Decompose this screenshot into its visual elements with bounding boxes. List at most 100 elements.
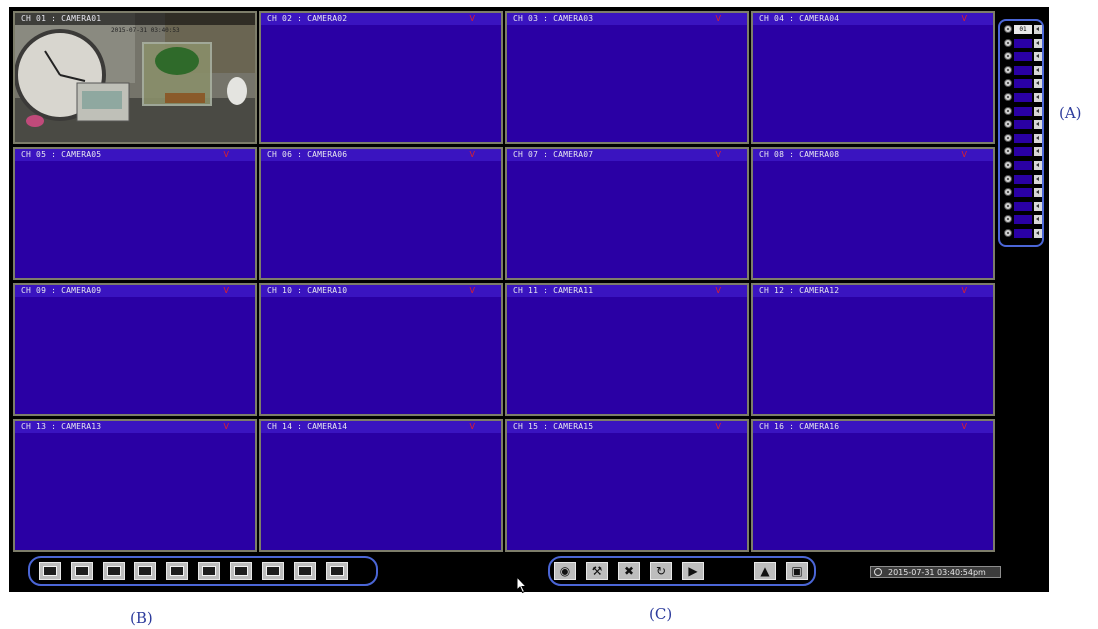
speaker-icon[interactable] <box>1034 215 1042 225</box>
channel-number[interactable] <box>1014 79 1032 89</box>
channel-row-03[interactable] <box>1004 52 1042 62</box>
channel-row-16[interactable] <box>1004 229 1042 238</box>
speaker-icon[interactable] <box>1034 174 1042 184</box>
channel-status-icon[interactable] <box>1004 147 1012 156</box>
layout-10-icon[interactable] <box>198 562 220 580</box>
channel-number[interactable] <box>1014 133 1032 143</box>
camera-tile-01[interactable]: CH 01 : CAMERA01 2015-07-31 03:40:53 <box>13 11 257 144</box>
channel-row-04[interactable] <box>1004 65 1042 75</box>
channel-number[interactable] <box>1014 38 1032 48</box>
camera-tile-16[interactable]: CH 16 : CAMERA16 V <box>751 419 995 552</box>
camera-tile-06[interactable]: CH 06 : CAMERA06 V <box>259 147 503 280</box>
channel-row-09[interactable] <box>1004 133 1042 143</box>
speaker-icon[interactable] <box>1034 65 1042 75</box>
channel-row-12[interactable] <box>1004 174 1042 184</box>
channel-number[interactable] <box>1014 161 1032 170</box>
camera-tile-05[interactable]: CH 05 : CAMERA05 V <box>13 147 257 280</box>
speaker-icon[interactable] <box>1034 188 1042 198</box>
layout-8-icon[interactable] <box>134 562 156 580</box>
channel-status-icon[interactable] <box>1004 65 1012 74</box>
speaker-icon[interactable] <box>1034 25 1042 34</box>
channel-status-icon[interactable] <box>1004 106 1012 115</box>
channel-status-icon[interactable] <box>1004 188 1012 197</box>
alarm-icon[interactable]: ▲ <box>754 562 776 580</box>
layout-4-icon[interactable] <box>71 562 93 580</box>
channel-number[interactable] <box>1014 93 1032 102</box>
speaker-icon[interactable] <box>1034 229 1042 238</box>
channel-status-icon[interactable] <box>1004 120 1012 129</box>
channel-number[interactable]: 01 <box>1014 25 1032 34</box>
speaker-icon[interactable] <box>1034 133 1042 143</box>
channel-row-13[interactable] <box>1004 188 1042 198</box>
channel-row-01[interactable]: 01 <box>1004 25 1042 34</box>
channel-row-11[interactable] <box>1004 161 1042 170</box>
channel-status-icon[interactable] <box>1004 52 1012 61</box>
channel-status-icon[interactable] <box>1004 161 1012 169</box>
camera-tile-04[interactable]: CH 04 : CAMERA04 V <box>751 11 995 144</box>
camera-tile-07[interactable]: CH 07 : CAMERA07 V <box>505 147 749 280</box>
setup-icon[interactable]: ⚒ <box>586 562 608 580</box>
layout-9-icon[interactable] <box>166 562 188 580</box>
channel-number[interactable] <box>1014 106 1032 116</box>
channel-status-icon[interactable] <box>1004 215 1012 224</box>
speaker-icon[interactable] <box>1034 120 1042 130</box>
channel-status-icon[interactable] <box>1004 174 1012 183</box>
channel-row-06[interactable] <box>1004 93 1042 102</box>
channel-row-10[interactable] <box>1004 147 1042 157</box>
channel-row-14[interactable] <box>1004 201 1042 211</box>
speaker-icon[interactable] <box>1034 201 1042 211</box>
snapshot-icon[interactable]: ▣ <box>786 562 808 580</box>
playback-icon[interactable]: ▶ <box>682 562 704 580</box>
channel-number[interactable] <box>1014 65 1032 75</box>
speaker-icon[interactable] <box>1034 147 1042 157</box>
camera-tile-15[interactable]: CH 15 : CAMERA15 V <box>505 419 749 552</box>
channel-title: CH 04 : CAMERA04 <box>759 14 840 23</box>
channel-number[interactable] <box>1014 215 1032 225</box>
speaker-icon[interactable] <box>1034 161 1042 170</box>
channel-number[interactable] <box>1014 174 1032 184</box>
channel-number[interactable] <box>1014 229 1032 238</box>
layout-6-icon[interactable] <box>103 562 125 580</box>
sequence-icon[interactable] <box>326 562 348 580</box>
channel-number[interactable] <box>1014 52 1032 62</box>
speaker-icon[interactable] <box>1034 93 1042 102</box>
channel-status-icon[interactable] <box>1004 38 1012 47</box>
camera-tile-13[interactable]: CH 13 : CAMERA13 V <box>13 419 257 552</box>
speaker-icon[interactable] <box>1034 52 1042 62</box>
camera-tile-03[interactable]: CH 03 : CAMERA03 V <box>505 11 749 144</box>
speaker-icon[interactable] <box>1034 79 1042 89</box>
channel-status-icon[interactable] <box>1004 79 1012 88</box>
channel-row-02[interactable] <box>1004 38 1042 48</box>
tools-icon[interactable]: ✖ <box>618 562 640 580</box>
camera-tile-14[interactable]: CH 14 : CAMERA14 V <box>259 419 503 552</box>
channel-status-icon[interactable] <box>1004 201 1012 210</box>
channel-status-icon[interactable] <box>1004 229 1012 237</box>
camera-tile-08[interactable]: CH 08 : CAMERA08 V <box>751 147 995 280</box>
camera-tile-09[interactable]: CH 09 : CAMERA09 V <box>13 283 257 416</box>
refresh-icon[interactable]: ↻ <box>650 562 672 580</box>
fullscreen-layout-icon[interactable] <box>294 562 316 580</box>
layout-1-icon[interactable] <box>39 562 61 580</box>
layout-pip-icon[interactable] <box>262 562 284 580</box>
channel-status-icon[interactable] <box>1004 133 1012 142</box>
channel-number[interactable] <box>1014 201 1032 211</box>
layout-pip-icon-frame <box>266 566 280 576</box>
speaker-icon[interactable] <box>1034 106 1042 116</box>
channel-row-07[interactable] <box>1004 106 1042 116</box>
channel-status-icon[interactable] <box>1004 25 1012 33</box>
camera-tile-10[interactable]: CH 10 : CAMERA10 V <box>259 283 503 416</box>
camera-tile-02[interactable]: CH 02 : CAMERA02 V <box>259 11 503 144</box>
layout-16-icon[interactable] <box>230 562 252 580</box>
channel-number[interactable] <box>1014 188 1032 198</box>
search-disk-icon[interactable]: ◉ <box>554 562 576 580</box>
channel-status-icon[interactable] <box>1004 93 1012 101</box>
channel-number[interactable] <box>1014 120 1032 130</box>
channel-row-05[interactable] <box>1004 79 1042 89</box>
camera-tile-11[interactable]: CH 11 : CAMERA11 V <box>505 283 749 416</box>
speaker-icon[interactable] <box>1034 38 1042 48</box>
camera-tile-12[interactable]: CH 12 : CAMERA12 V <box>751 283 995 416</box>
channel-row-15[interactable] <box>1004 215 1042 225</box>
channel-row-08[interactable] <box>1004 120 1042 130</box>
channel-number[interactable] <box>1014 147 1032 157</box>
setup-icon-glyph: ⚒ <box>591 564 603 578</box>
